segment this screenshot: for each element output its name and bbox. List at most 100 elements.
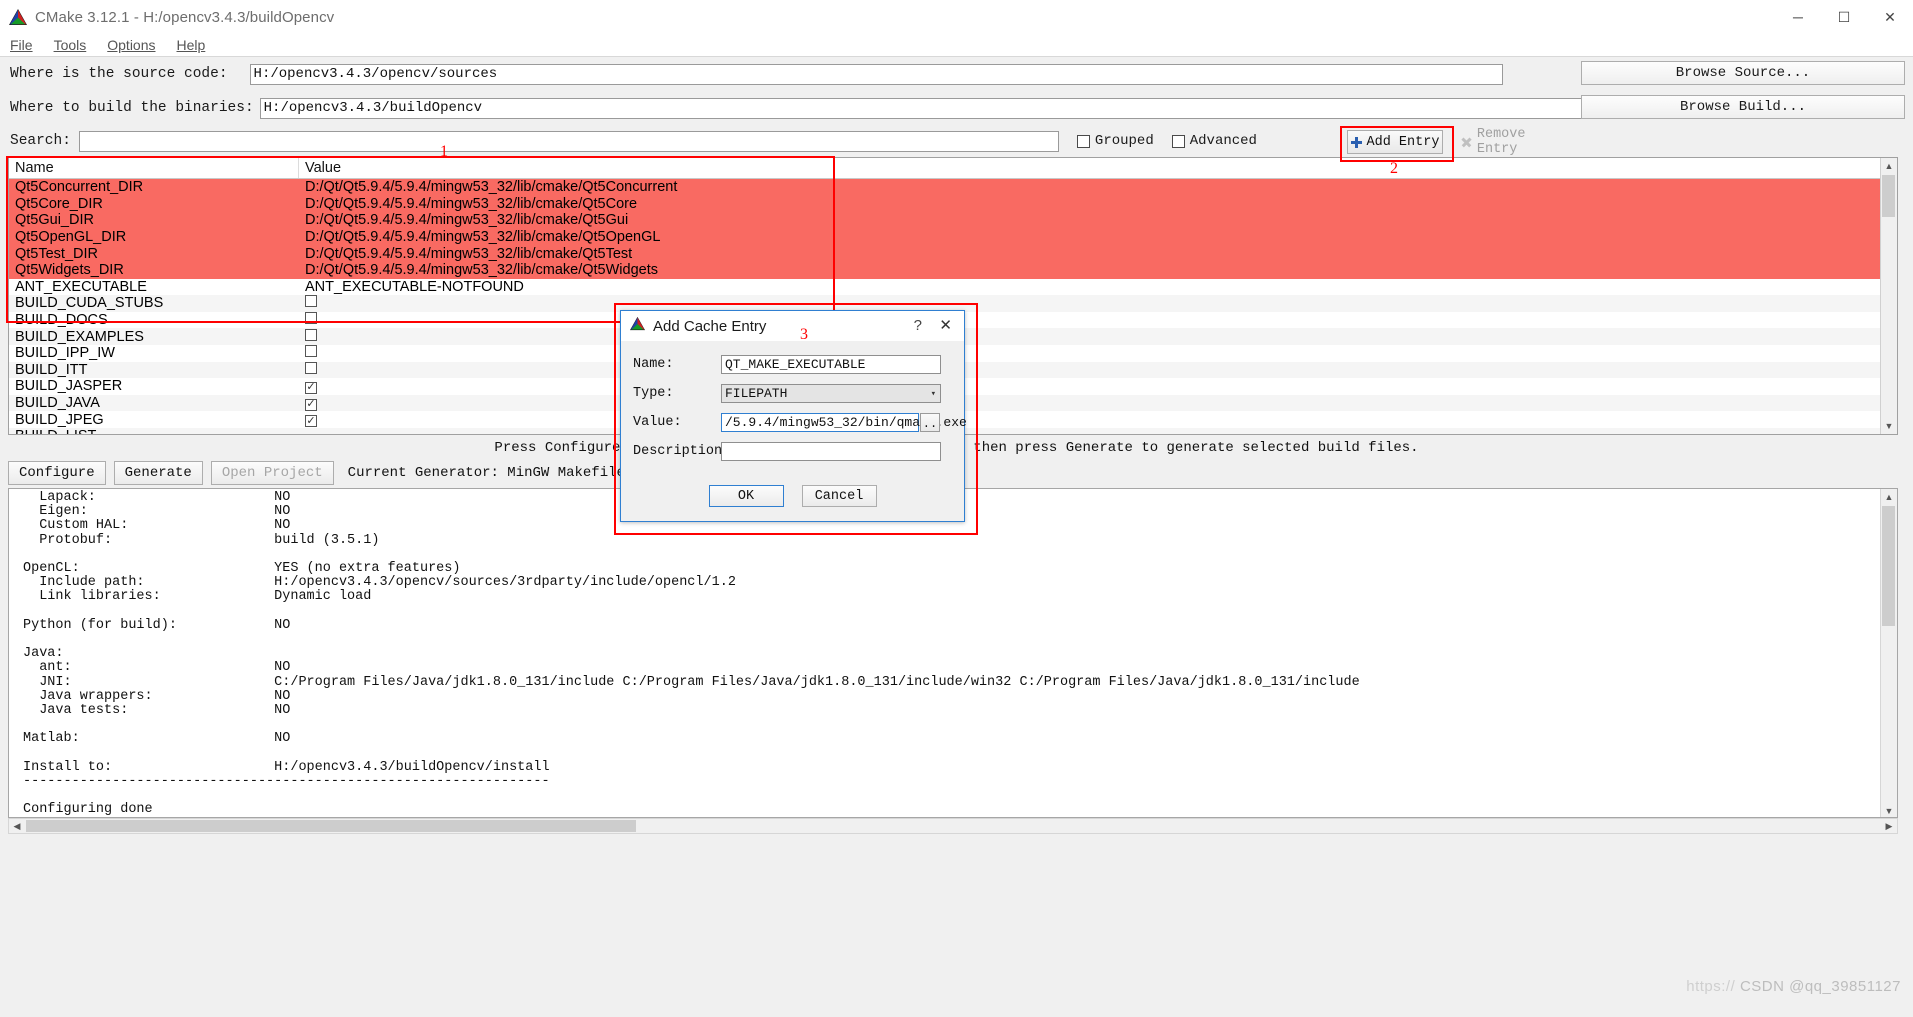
table-row[interactable]: Qt5Widgets_DIR D:/Qt/Qt5.9.4/5.9.4/mingw5…	[9, 261, 1897, 279]
dialog-body: Name: QT_MAKE_EXECUTABLE Type: FILEPATH …	[621, 341, 967, 461]
checkbox-unchecked-icon[interactable]	[305, 345, 317, 358]
minimize-button[interactable]: ─	[1775, 0, 1821, 34]
hscroll-thumb[interactable]	[26, 820, 636, 832]
dialog-description-input[interactable]	[721, 442, 941, 461]
search-input[interactable]	[78, 130, 1059, 152]
table-row[interactable]: Qt5Core_DIR D:/Qt/Qt5.9.4/5.9.4/mingw53_3…	[9, 195, 1897, 213]
scroll-down-icon[interactable]: ▼	[1881, 418, 1897, 434]
cell-name: BUILD_CUDA_STUBS	[15, 295, 164, 312]
output-log-pane[interactable]: Lapack: NO Eigen: NO Custom HAL: NO Prot…	[8, 488, 1898, 818]
dialog-browse-label: ..	[922, 417, 938, 431]
checkbox-unchecked-icon[interactable]	[305, 361, 317, 374]
cell-value[interactable]: ANT_EXECUTABLE-NOTFOUND	[299, 279, 1897, 295]
advanced-checkbox-box[interactable]	[1171, 134, 1185, 148]
menu-options[interactable]: Options	[105, 36, 157, 54]
column-header-name[interactable]: Name	[9, 158, 299, 178]
checkbox-unchecked-icon[interactable]	[305, 295, 317, 308]
cell-name: BUILD_JASPER	[15, 378, 123, 395]
table-row[interactable]: Qt5Test_DIR D:/Qt/Qt5.9.4/5.9.4/mingw53_3…	[9, 245, 1897, 262]
build-path-row: Where to build the binaries: H:/opencv3.…	[0, 94, 1773, 122]
dialog-close-button[interactable]: ✕	[939, 316, 952, 334]
log-scroll-up-icon[interactable]: ▲	[1881, 489, 1897, 505]
scroll-thumb[interactable]	[1882, 175, 1895, 217]
advanced-label: Advanced	[1189, 133, 1257, 149]
browse-build-button[interactable]: Browse Build...	[1581, 95, 1905, 119]
add-cache-entry-dialog: Add Cache Entry ? ✕ Name: QT_MAKE_EXECUT…	[620, 310, 967, 522]
cell-value[interactable]: D:/Qt/Qt5.9.4/5.9.4/mingw53_32/lib/cmake…	[299, 246, 1897, 262]
dialog-type-select[interactable]: FILEPATH ▾	[721, 384, 941, 403]
menu-file[interactable]: File	[8, 36, 35, 54]
checkbox-checked-icon[interactable]: ✓	[305, 398, 317, 411]
checkbox-checked-icon[interactable]: ✓	[305, 415, 317, 428]
dialog-cancel-label: Cancel	[814, 488, 864, 504]
dialog-button-row: OK Cancel	[621, 485, 964, 507]
scroll-up-icon[interactable]: ▲	[1881, 158, 1897, 174]
dialog-name-row: Name: QT_MAKE_EXECUTABLE	[633, 355, 952, 374]
cell-value[interactable]	[299, 345, 1897, 361]
column-header-value[interactable]: Value	[299, 158, 1897, 178]
grouped-label: Grouped	[1094, 133, 1154, 149]
cell-value[interactable]: D:/Qt/Qt5.9.4/5.9.4/mingw53_32/lib/cmake…	[299, 212, 1897, 228]
dialog-type-chevron-down-icon[interactable]: ▾	[931, 389, 936, 399]
cell-value[interactable]: D:/Qt/Qt5.9.4/5.9.4/mingw53_32/lib/cmake…	[299, 196, 1897, 212]
remove-entry-button: Remove Entry	[1461, 127, 1573, 157]
hscroll-left-icon[interactable]: ◀	[9, 819, 25, 833]
dialog-help-button[interactable]: ?	[914, 317, 922, 334]
cell-value[interactable]	[299, 295, 1897, 311]
build-path-combo[interactable]: H:/opencv3.4.3/buildOpencv ▾	[259, 97, 1773, 119]
cell-value[interactable]: D:/Qt/Qt5.9.4/5.9.4/mingw53_32/lib/cmake…	[299, 179, 1897, 195]
dialog-browse-button[interactable]: ..	[920, 413, 940, 432]
cell-value[interactable]	[299, 312, 1897, 328]
log-scroll-down-icon[interactable]: ▼	[1881, 803, 1897, 817]
output-log-text: Lapack: NO Eigen: NO Custom HAL: NO Prot…	[23, 490, 1360, 818]
close-button[interactable]: ✕	[1867, 0, 1913, 34]
cell-name: BUILD_ITT	[15, 361, 88, 378]
cell-value[interactable]: ✓	[299, 395, 1897, 411]
table-row[interactable]: Qt5Concurrent_DIR D:/Qt/Qt5.9.4/5.9.4/min…	[9, 179, 1897, 196]
cell-value[interactable]	[299, 328, 1897, 345]
plus-icon	[1350, 136, 1362, 148]
browse-source-button[interactable]: Browse Source...	[1581, 61, 1905, 85]
cell-value[interactable]: D:/Qt/Qt5.9.4/5.9.4/mingw53_32/lib/cmake…	[299, 229, 1897, 245]
table-vertical-scrollbar[interactable]: ▲ ▼	[1880, 158, 1897, 434]
table-row[interactable]: ANT_EXECUTABLE ANT_EXECUTABLE-NOTFOUND	[9, 279, 1897, 296]
checkbox-unchecked-icon[interactable]	[305, 328, 317, 341]
dialog-cancel-button[interactable]: Cancel	[801, 485, 877, 507]
log-vertical-scrollbar[interactable]: ▲ ▼	[1880, 489, 1897, 817]
menu-bar: File Tools Options Help	[0, 34, 1913, 57]
add-entry-label: Add Entry	[1366, 134, 1440, 150]
dialog-value-input[interactable]: /5.9.4/mingw53_32/bin/qmake.exe	[721, 413, 967, 432]
cell-name: Qt5Gui_DIR	[15, 212, 94, 229]
hscroll-right-icon[interactable]: ▶	[1881, 819, 1897, 833]
log-scroll-thumb[interactable]	[1882, 506, 1895, 626]
maximize-button[interactable]: ☐	[1821, 0, 1867, 34]
generate-button[interactable]: Generate	[113, 461, 203, 485]
action-button-row: Configure Generate Open Project Current …	[8, 460, 633, 486]
checkbox-checked-icon[interactable]: ✓	[305, 381, 317, 394]
table-row[interactable]: Qt5Gui_DIR D:/Qt/Qt5.9.4/5.9.4/mingw53_32…	[9, 212, 1897, 229]
cell-value[interactable]	[299, 361, 1897, 378]
table-row[interactable]: Qt5OpenGL_DIR D:/Qt/Qt5.9.4/5.9.4/mingw53…	[9, 228, 1897, 246]
current-generator-text: Current Generator: MinGW Makefiles	[347, 465, 634, 481]
grouped-checkbox[interactable]: Grouped	[1076, 133, 1154, 149]
cell-value[interactable]: D:/Qt/Qt5.9.4/5.9.4/mingw53_32/lib/cmake…	[299, 262, 1897, 278]
cell-name: Qt5Concurrent_DIR	[15, 179, 144, 196]
menu-tools[interactable]: Tools	[52, 36, 89, 54]
dialog-name-input[interactable]: QT_MAKE_EXECUTABLE	[721, 355, 941, 374]
cmake-gui-window: CMake 3.12.1 - H:/opencv3.4.3/buildOpenc…	[0, 0, 1913, 1017]
dialog-title-bar: Add Cache Entry ? ✕	[621, 311, 964, 341]
dialog-ok-button[interactable]: OK	[708, 485, 784, 507]
source-path-input[interactable]: H:/opencv3.4.3/opencv/sources	[249, 63, 1503, 85]
remove-entry-label: Remove Entry	[1476, 127, 1526, 157]
cell-value[interactable]: ✓	[299, 412, 1897, 428]
add-entry-button[interactable]: Add Entry	[1347, 130, 1443, 154]
advanced-checkbox[interactable]: Advanced	[1171, 133, 1257, 149]
menu-help[interactable]: Help	[175, 36, 208, 54]
cell-value[interactable]: ✓	[299, 378, 1897, 394]
checkbox-unchecked-icon[interactable]	[305, 312, 317, 325]
log-horizontal-scrollbar[interactable]: ◀ ▶	[8, 818, 1898, 834]
grouped-checkbox-box[interactable]	[1076, 134, 1090, 148]
title-bar: CMake 3.12.1 - H:/opencv3.4.3/buildOpenc…	[0, 0, 1913, 34]
cell-name: Qt5OpenGL_DIR	[15, 229, 127, 246]
configure-button[interactable]: Configure	[8, 461, 106, 485]
